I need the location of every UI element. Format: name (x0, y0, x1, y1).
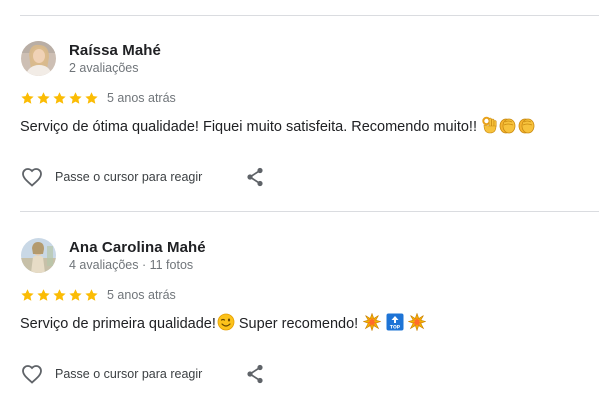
review-text-part2: Super recomendo! (234, 316, 359, 332)
review-text: Serviço de primeira qualidade! Super rec… (20, 312, 427, 335)
star-icon (85, 288, 98, 301)
review-header: Raíssa Mahé 2 avaliações (20, 41, 580, 81)
star-icon (85, 91, 98, 104)
share-icon (247, 167, 263, 187)
rating-row: 5 anos atrás (20, 89, 176, 107)
star-icon (37, 288, 50, 301)
winking-face-icon (217, 313, 235, 335)
collision-icon (407, 312, 427, 335)
avatar[interactable] (21, 41, 56, 76)
star-icon (69, 288, 82, 301)
review-actions: Passe o cursor para reagir (20, 165, 580, 189)
share-icon (247, 364, 263, 384)
share-button[interactable] (243, 165, 267, 189)
author-meta: 4 avaliações · 11 fotos (69, 258, 194, 272)
review-text-part1: Serviço de primeira qualidade! (20, 316, 216, 332)
share-button[interactable] (243, 362, 267, 386)
top-arrow-icon: TOP (386, 313, 404, 335)
top-divider (20, 15, 599, 16)
author-name[interactable]: Ana Carolina Mahé (69, 239, 206, 256)
review-text: Serviço de ótima qualidade! Fiquei muito… (20, 116, 535, 138)
collision-icon (362, 312, 382, 335)
ok-hand-icon (481, 116, 497, 138)
clapping-hands-icon (518, 117, 535, 138)
react-button[interactable]: Passe o cursor para reagir (20, 362, 202, 386)
star-icon (21, 288, 34, 301)
avatar[interactable] (21, 238, 56, 273)
star-icon (53, 91, 66, 104)
react-label: Passe o cursor para reagir (55, 170, 203, 184)
review-header: Ana Carolina Mahé 4 avaliações · 11 foto… (20, 238, 580, 278)
review-actions: Passe o cursor para reagir (20, 362, 580, 386)
react-button[interactable]: Passe o cursor para reagir (20, 165, 202, 189)
heart-outline-icon (22, 168, 42, 187)
review-divider (20, 211, 599, 212)
star-rating (20, 288, 99, 303)
react-label: Passe o cursor para reagir (55, 367, 203, 381)
heart-outline-icon (22, 365, 42, 384)
clapping-hands-icon (499, 117, 516, 138)
svg-text:TOP: TOP (390, 325, 401, 331)
review-text-content: Serviço de ótima qualidade! Fiquei muito… (20, 119, 477, 135)
star-icon (53, 288, 66, 301)
review-date: 5 anos atrás (107, 91, 176, 105)
star-icon (21, 91, 34, 104)
rating-row: 5 anos atrás (20, 286, 176, 304)
star-icon (37, 91, 50, 104)
star-rating (20, 91, 99, 106)
author-name[interactable]: Raíssa Mahé (69, 42, 161, 59)
review-date: 5 anos atrás (107, 288, 176, 302)
star-icon (69, 91, 82, 104)
author-meta: 2 avaliações (69, 61, 139, 75)
